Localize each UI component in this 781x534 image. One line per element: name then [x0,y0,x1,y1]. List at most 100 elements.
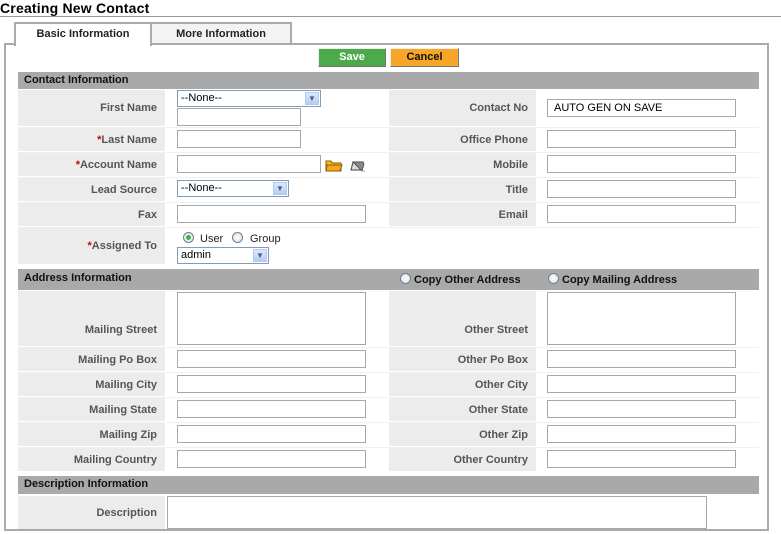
mobile-input[interactable] [547,155,736,173]
label-other-zip: Other Zip [389,423,536,446]
assigned-user-select[interactable]: admin ▼ [177,247,269,264]
mailing-street-textarea[interactable] [177,292,366,345]
account-name-input[interactable] [177,155,321,173]
label-mailing-po-box: Mailing Po Box [18,348,165,371]
label-mailing-state: Mailing State [18,398,165,421]
label-email: Email [389,203,536,226]
label-text: Mailing Country [73,453,157,466]
label-text: Mailing State [89,403,157,416]
other-zip-input[interactable] [547,425,736,443]
description-textarea[interactable] [167,496,707,529]
save-button[interactable]: Save [318,48,386,67]
label-text: Last Name [101,133,157,146]
tab-more-information[interactable]: More Information [152,22,292,44]
mailing-zip-input[interactable] [177,425,366,443]
other-city-input[interactable] [547,375,736,393]
mailing-country-input[interactable] [177,450,366,468]
label-office-phone: Office Phone [389,128,536,151]
label-other-po-box: Other Po Box [389,348,536,371]
cancel-button[interactable]: Cancel [390,48,459,67]
chevron-down-icon: ▼ [273,182,287,195]
row-divider [18,397,759,398]
other-country-input[interactable] [547,450,736,468]
row-divider [18,227,759,228]
row-divider [18,127,759,128]
contact-no-input[interactable] [547,99,736,117]
page-title: Creating New Contact [0,0,150,16]
label-assigned-to: * Assigned To [18,228,165,264]
assigned-user-radio[interactable] [183,232,194,243]
copy-other-address-label[interactable]: Copy Other Address [414,274,521,286]
fax-input[interactable] [177,205,366,223]
label-lead-source: Lead Source [18,178,165,201]
assigned-group-radio[interactable] [232,232,243,243]
row-divider [18,347,759,348]
label-last-name: * Last Name [18,128,165,151]
label-text: Other Po Box [457,353,528,366]
label-text: Lead Source [90,183,157,196]
row-divider [18,152,759,153]
lead-source-select[interactable]: --None-- ▼ [177,180,289,197]
label-text: Other Zip [479,428,528,441]
title-divider [0,16,781,17]
label-mailing-street: Mailing Street [18,291,165,346]
label-other-country: Other Country [389,448,536,471]
label-mailing-city: Mailing City [18,373,165,396]
label-other-city: Other City [389,373,536,396]
label-mailing-country: Mailing Country [18,448,165,471]
label-text: Other Street [464,324,528,336]
label-mailing-zip: Mailing Zip [18,423,165,446]
select-value: --None-- [181,182,222,194]
label-description: Description [18,496,165,529]
other-street-textarea[interactable] [547,292,736,345]
other-state-input[interactable] [547,400,736,418]
label-text: Other State [468,403,528,416]
label-text: Account Name [79,158,157,171]
label-text: Office Phone [460,133,528,146]
label-text: First Name [100,102,157,114]
label-text: Email [498,208,528,221]
row-divider [18,372,759,373]
label-text: Mailing Street [84,324,157,336]
label-text: Assigned To [91,240,157,252]
label-contact-no: Contact No [389,90,536,126]
label-text: Description [96,506,157,519]
label-first-name: First Name [18,90,165,126]
row-divider [18,447,759,448]
label-text: Contact No [469,102,528,114]
label-account-name: * Account Name [18,153,165,176]
label-mobile: Mobile [389,153,536,176]
section-header-description: Description Information [18,476,759,494]
row-divider [18,177,759,178]
label-text: Title [505,183,528,196]
folder-select-icon[interactable] [325,159,343,172]
copy-mailing-address-radio[interactable] [548,273,559,284]
tab-joiner [16,43,150,46]
chevron-down-icon: ▼ [305,92,319,105]
first-name-input[interactable] [177,108,301,126]
title-input[interactable] [547,180,736,198]
email-input[interactable] [547,205,736,223]
mailing-city-input[interactable] [177,375,366,393]
last-name-input[interactable] [177,130,301,148]
label-text: Fax [138,208,157,221]
label-text: Other City [474,378,528,391]
section-header-contact: Contact Information [18,72,759,89]
label-text: Other Country [453,453,528,466]
eraser-clear-icon[interactable] [349,160,366,172]
label-text: Mailing City [95,378,157,391]
label-other-state: Other State [389,398,536,421]
office-phone-input[interactable] [547,130,736,148]
copy-other-address-radio[interactable] [400,273,411,284]
copy-mailing-address-label[interactable]: Copy Mailing Address [562,274,677,286]
row-divider [18,202,759,203]
chevron-down-icon: ▼ [253,249,267,262]
other-po-box-input[interactable] [547,350,736,368]
assigned-user-label[interactable]: User [200,233,223,245]
mailing-state-input[interactable] [177,400,366,418]
label-other-street: Other Street [389,291,536,346]
label-text: Mobile [493,158,528,171]
mailing-po-box-input[interactable] [177,350,366,368]
salutation-select[interactable]: --None-- ▼ [177,90,321,107]
assigned-group-label[interactable]: Group [250,233,281,245]
